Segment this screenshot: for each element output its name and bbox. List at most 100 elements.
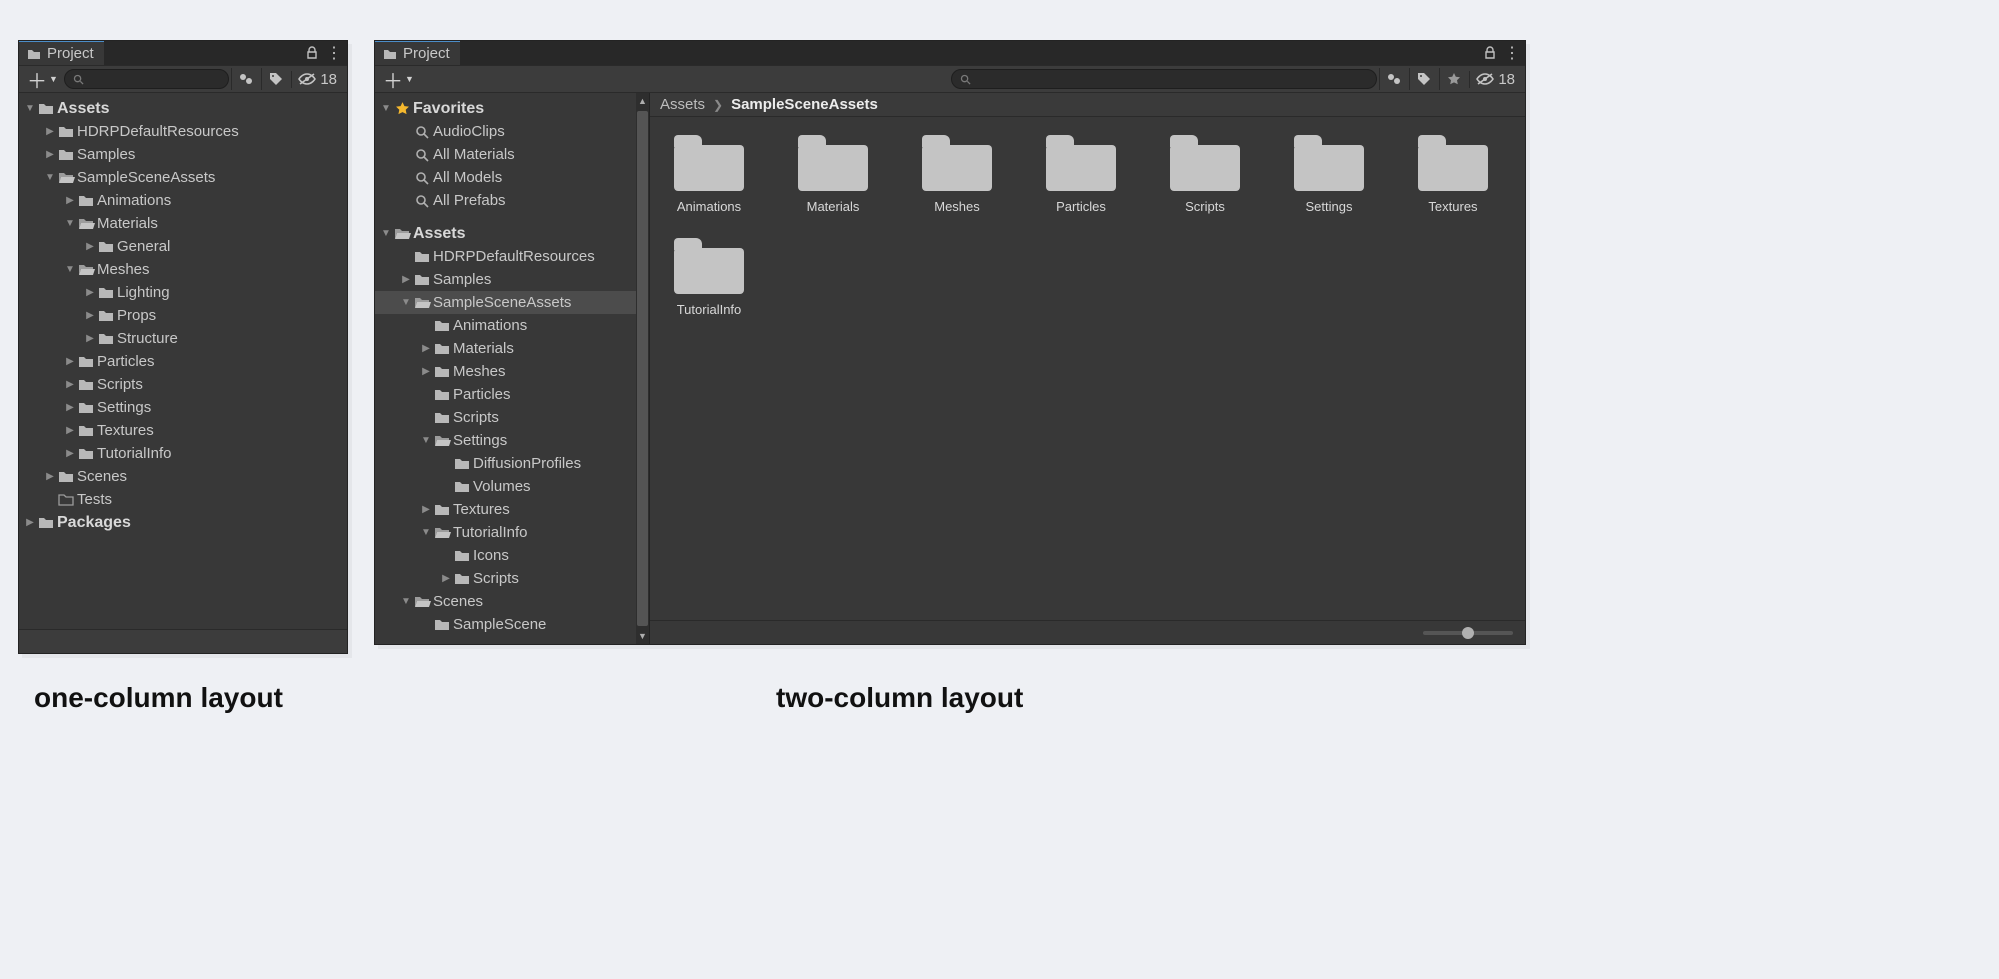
- grid-item[interactable]: Materials: [788, 135, 878, 214]
- tree-row[interactable]: ▼TutorialInfo: [375, 521, 649, 544]
- grid-item[interactable]: Textures: [1408, 135, 1498, 214]
- scroll-down-icon[interactable]: ▼: [638, 628, 647, 644]
- tree-row[interactable]: Tests: [19, 488, 347, 511]
- chevron-down-icon[interactable]: ▼: [379, 103, 393, 114]
- tree-row[interactable]: ▶Particles: [19, 350, 347, 373]
- tree-row[interactable]: ▶Settings: [19, 396, 347, 419]
- asset-grid[interactable]: AnimationsMaterialsMeshesParticlesScript…: [650, 117, 1525, 620]
- breadcrumb-item[interactable]: SampleSceneAssets: [731, 96, 878, 113]
- add-button[interactable]: ＋ ▼: [23, 65, 62, 94]
- tree-row[interactable]: Particles: [375, 383, 649, 406]
- tree-row[interactable]: ▶HDRPDefaultResources: [19, 120, 347, 143]
- tree-row[interactable]: All Materials: [375, 143, 649, 166]
- chevron-right-icon[interactable]: ▶: [83, 310, 97, 321]
- filter-by-type-button[interactable]: [1379, 68, 1407, 90]
- add-button[interactable]: ＋ ▼: [379, 65, 418, 94]
- chevron-down-icon[interactable]: ▼: [399, 297, 413, 308]
- chevron-down-icon[interactable]: ▼: [43, 172, 57, 183]
- chevron-right-icon[interactable]: ▶: [399, 274, 413, 285]
- tree-row[interactable]: ▼Meshes: [19, 258, 347, 281]
- tree-row[interactable]: ▶Samples: [375, 268, 649, 291]
- tree-row[interactable]: HDRPDefaultResources: [375, 245, 649, 268]
- chevron-down-icon[interactable]: ▼: [419, 527, 433, 538]
- tree-row[interactable]: ▶Props: [19, 304, 347, 327]
- tree-row[interactable]: SampleScene: [375, 613, 649, 636]
- tree-row[interactable]: ▶Structure: [19, 327, 347, 350]
- search-input[interactable]: [64, 69, 229, 89]
- chevron-right-icon[interactable]: ▶: [83, 333, 97, 344]
- chevron-right-icon[interactable]: ▶: [43, 149, 57, 160]
- tree-row[interactable]: ▼Materials: [19, 212, 347, 235]
- tree-row[interactable]: ▶Textures: [19, 419, 347, 442]
- tree-row[interactable]: ▶Samples: [19, 143, 347, 166]
- tree-row[interactable]: ▼Assets: [19, 97, 347, 120]
- scrollbar[interactable]: ▲ ▼: [636, 93, 649, 644]
- chevron-right-icon[interactable]: ▶: [419, 504, 433, 515]
- thumbnail-size-slider[interactable]: [1423, 631, 1513, 635]
- tree-row[interactable]: ▼Scenes: [375, 590, 649, 613]
- chevron-right-icon[interactable]: ▶: [63, 195, 77, 206]
- chevron-right-icon[interactable]: ▶: [23, 517, 37, 528]
- lock-icon[interactable]: [306, 46, 318, 60]
- tree-row[interactable]: ▼Settings: [375, 429, 649, 452]
- chevron-right-icon[interactable]: ▶: [63, 448, 77, 459]
- chevron-right-icon[interactable]: ▶: [63, 425, 77, 436]
- tree-row[interactable]: ▶Meshes: [375, 360, 649, 383]
- asset-tree[interactable]: ▼FavoritesAudioClipsAll MaterialsAll Mod…: [375, 93, 649, 644]
- chevron-right-icon[interactable]: ▶: [83, 287, 97, 298]
- tree-row[interactable]: ▶Materials: [375, 337, 649, 360]
- chevron-right-icon[interactable]: ▶: [63, 402, 77, 413]
- tree-row[interactable]: ▶Scenes: [19, 465, 347, 488]
- grid-item[interactable]: TutorialInfo: [664, 238, 754, 317]
- kebab-menu-icon[interactable]: ⋮: [1504, 43, 1519, 63]
- chevron-right-icon[interactable]: ▶: [63, 356, 77, 367]
- tree-row[interactable]: ▶Packages: [19, 511, 347, 534]
- tree-row[interactable]: ▼Assets: [375, 222, 649, 245]
- scroll-thumb[interactable]: [637, 111, 648, 626]
- chevron-down-icon[interactable]: ▼: [419, 435, 433, 446]
- tree-row[interactable]: ▼SampleSceneAssets: [19, 166, 347, 189]
- tree-row[interactable]: Scripts: [375, 406, 649, 429]
- asset-tree[interactable]: ▼Assets▶HDRPDefaultResources▶Samples▼Sam…: [19, 93, 347, 629]
- tree-row[interactable]: ▼SampleSceneAssets: [375, 291, 649, 314]
- favorite-star-button[interactable]: [1439, 68, 1467, 90]
- filter-by-type-button[interactable]: [231, 68, 259, 90]
- chevron-right-icon[interactable]: ▶: [419, 343, 433, 354]
- tree-row[interactable]: ▶Scripts: [19, 373, 347, 396]
- grid-item[interactable]: Particles: [1036, 135, 1126, 214]
- tree-row[interactable]: ▼Favorites: [375, 97, 649, 120]
- chevron-right-icon[interactable]: ▶: [439, 573, 453, 584]
- chevron-right-icon[interactable]: ▶: [43, 126, 57, 137]
- grid-item[interactable]: Animations: [664, 135, 754, 214]
- chevron-down-icon[interactable]: ▼: [63, 264, 77, 275]
- tab-project[interactable]: Project: [19, 41, 104, 65]
- tab-project[interactable]: Project: [375, 41, 460, 65]
- tree-row[interactable]: All Prefabs: [375, 189, 649, 212]
- chevron-down-icon[interactable]: ▼: [23, 103, 37, 114]
- grid-item[interactable]: Meshes: [912, 135, 1002, 214]
- tree-row[interactable]: ▶Textures: [375, 498, 649, 521]
- hidden-items-indicator[interactable]: 18: [1469, 71, 1521, 88]
- tree-row[interactable]: All Models: [375, 166, 649, 189]
- slider-knob[interactable]: [1462, 627, 1474, 639]
- chevron-right-icon[interactable]: ▶: [63, 379, 77, 390]
- tree-row[interactable]: DiffusionProfiles: [375, 452, 649, 475]
- chevron-down-icon[interactable]: ▼: [399, 596, 413, 607]
- hidden-items-indicator[interactable]: 18: [291, 71, 343, 88]
- chevron-right-icon[interactable]: ▶: [83, 241, 97, 252]
- tree-row[interactable]: ▶General: [19, 235, 347, 258]
- chevron-down-icon[interactable]: ▼: [379, 228, 393, 239]
- tree-row[interactable]: ▶Lighting: [19, 281, 347, 304]
- filter-by-label-button[interactable]: [261, 68, 289, 90]
- tree-row[interactable]: Icons: [375, 544, 649, 567]
- tree-row[interactable]: Animations: [375, 314, 649, 337]
- tree-row[interactable]: ▶Animations: [19, 189, 347, 212]
- tree-row[interactable]: Volumes: [375, 475, 649, 498]
- filter-by-label-button[interactable]: [1409, 68, 1437, 90]
- tree-row[interactable]: ▶Scripts: [375, 567, 649, 590]
- chevron-right-icon[interactable]: ▶: [419, 366, 433, 377]
- grid-item[interactable]: Settings: [1284, 135, 1374, 214]
- tree-row[interactable]: AudioClips: [375, 120, 649, 143]
- search-input[interactable]: [951, 69, 1377, 89]
- breadcrumb-item[interactable]: Assets: [660, 96, 705, 113]
